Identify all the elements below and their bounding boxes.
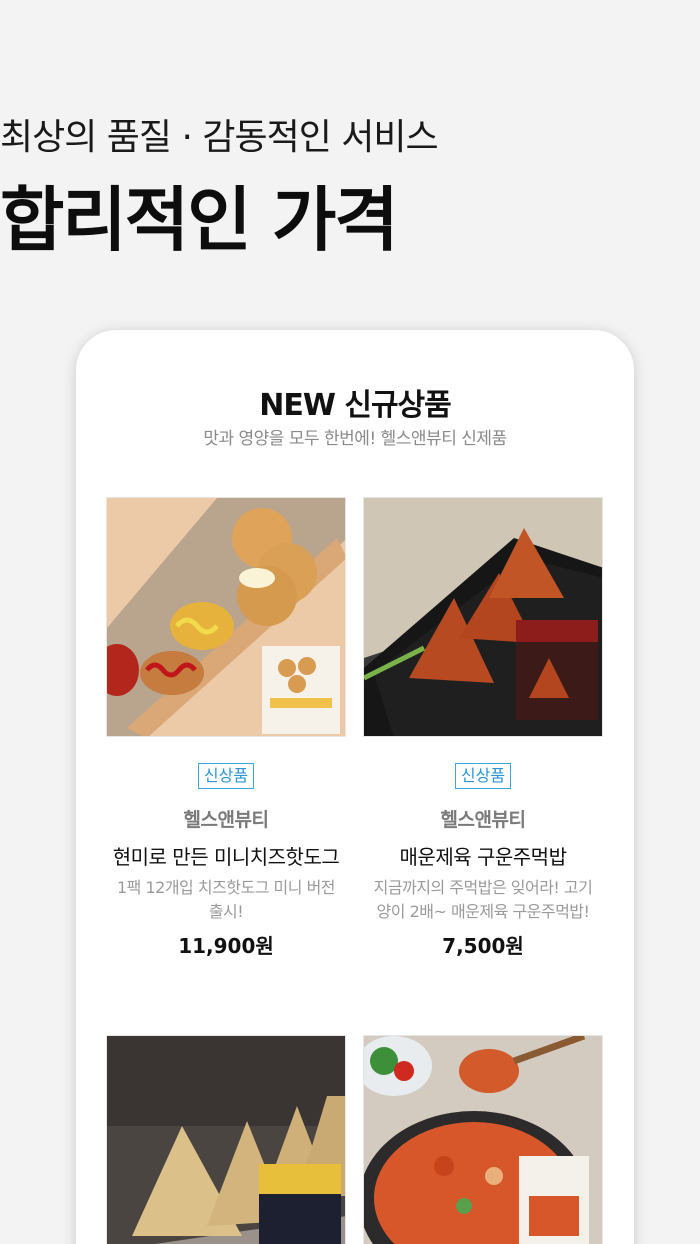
product-price: 7,500원 — [442, 934, 524, 958]
product-image-hotdog[interactable] — [106, 497, 346, 737]
product-brand: 헬스앤뷰티 — [440, 809, 526, 831]
new-badge: 신상품 — [454, 763, 512, 789]
hero-title: 합리적인 가격 — [0, 179, 399, 261]
product-image-riceball-plain[interactable] — [106, 1035, 346, 1244]
product-card[interactable]: 신상품 헬스앤뷰티 매운제육 구운주먹밥 지금까지의 주먹밥은 잊어라! 고기양… — [363, 497, 603, 959]
product-name[interactable]: 매운제육 구운주먹밥 — [363, 842, 603, 872]
section-title: NEW 신규상품 — [259, 388, 452, 423]
product-card[interactable] — [106, 1035, 346, 1244]
product-price: 11,900원 — [178, 934, 274, 958]
hero-subtitle: 최상의 품질 · 감동적인 서비스 — [0, 117, 439, 158]
product-image-fried-rice[interactable] — [363, 1035, 603, 1244]
product-image-riceball[interactable] — [363, 497, 603, 737]
product-description: 지금까지의 주먹밥은 잊어라! 고기양이 2배~ 매운제육 구운주먹밥! — [373, 878, 593, 921]
product-description: 1팩 12개입 치즈핫도그 미니 버전 출시! — [116, 878, 336, 921]
product-brand: 헬스앤뷰티 — [183, 809, 269, 831]
new-badge: 신상품 — [197, 763, 255, 789]
product-card[interactable]: 신상품 헬스앤뷰티 현미로 만든 미니치즈핫도그 1팩 12개입 치즈핫도그 미… — [106, 497, 346, 959]
section-subtitle: 맛과 영양을 모두 한번에! 헬스앤뷰티 신제품 — [203, 429, 507, 449]
product-card[interactable] — [363, 1035, 603, 1244]
page: 최상의 품질 · 감동적인 서비스 합리적인 가격 NEW 신규상품 맛과 영양… — [0, 0, 700, 1244]
product-name[interactable]: 현미로 만든 미니치즈핫도그 — [106, 842, 346, 872]
phone-frame: NEW 신규상품 맛과 영양을 모두 한번에! 헬스앤뷰티 신제품 신상품 헬스… — [76, 330, 634, 1244]
